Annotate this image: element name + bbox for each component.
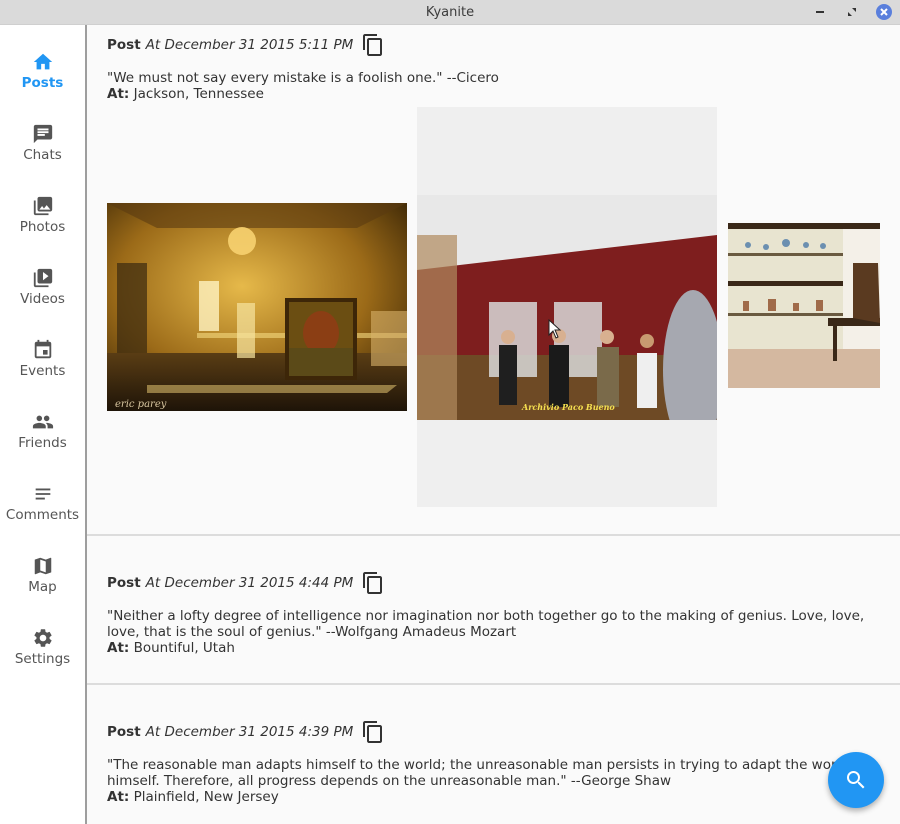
post-text: "We must not say every mistake is a fool… (107, 70, 499, 86)
sidebar-item-photos[interactable]: Photos (0, 194, 85, 254)
room-photo: eric parey (107, 203, 407, 411)
sidebar-item-label: Posts (21, 75, 64, 91)
location-value: Bountiful, Utah (133, 640, 235, 656)
copy-icon[interactable] (361, 720, 385, 744)
post-body: "We must not say every mistake is a fool… (107, 70, 882, 102)
sidebar-item-events[interactable]: Events (0, 338, 85, 398)
post-location: At: Bountiful, Utah (107, 640, 882, 656)
posts-feed: Post At December 31 2015 5:11 PM "We mus… (87, 25, 900, 824)
post-body: "The reasonable man adapts himself to th… (107, 757, 900, 805)
photos-icon (31, 194, 55, 218)
minimize-button[interactable] (812, 4, 828, 20)
post-header: Post At December 31 2015 5:11 PM (107, 33, 385, 57)
post-kind: Post (107, 37, 141, 53)
sidebar-item-comments[interactable]: Comments (0, 482, 85, 542)
close-icon (880, 8, 888, 16)
sidebar-item-label: Chats (23, 147, 62, 163)
search-fab-button[interactable] (828, 752, 884, 808)
location-value: Plainfield, New Jersey (133, 789, 279, 805)
post-location: At: Jackson, Tennessee (107, 86, 882, 102)
close-button[interactable] (876, 4, 892, 20)
post-image[interactable]: Archivio Paco Bueno (417, 107, 717, 507)
post-date: At December 31 2015 4:44 PM (145, 575, 354, 591)
sidebar-item-label: Comments (5, 507, 80, 523)
comments-icon (31, 482, 55, 506)
post-date: At December 31 2015 5:11 PM (145, 37, 354, 53)
map-icon (31, 554, 55, 578)
image-watermark: Archivio Paco Bueno (521, 402, 615, 412)
maximize-button[interactable] (844, 4, 860, 20)
post-header: Post At December 31 2015 4:44 PM (107, 571, 385, 595)
sidebar-item-label: Map (28, 579, 57, 595)
sidebar-item-videos[interactable]: Videos (0, 266, 85, 326)
home-icon (31, 50, 55, 74)
sidebar-item-settings[interactable]: Settings (0, 626, 85, 686)
sidebar-nav: Posts Chats Photos Videos Events Friends (0, 25, 87, 824)
window-controls (812, 4, 892, 20)
videos-icon (31, 266, 55, 290)
post-card: Post At December 31 2015 4:39 PM "The re… (87, 685, 900, 824)
post-kind: Post (107, 575, 141, 591)
search-icon (847, 771, 865, 789)
post-header: Post At December 31 2015 4:39 PM (107, 720, 385, 744)
sidebar-item-label: Videos (20, 291, 65, 307)
sidebar-item-label: Events (19, 363, 66, 379)
maximize-icon (848, 8, 856, 16)
window-title: Kyanite (425, 4, 475, 20)
post-kind: Post (107, 724, 141, 740)
post-location: At: Plainfield, New Jersey (107, 789, 900, 805)
sidebar-item-posts[interactable]: Posts (0, 50, 85, 110)
copy-icon[interactable] (361, 33, 385, 57)
sidebar-item-label: Settings (14, 651, 71, 667)
post-text: "Neither a lofty degree of intelligence … (107, 608, 865, 640)
sidebar-item-chats[interactable]: Chats (0, 122, 85, 182)
post-image[interactable] (728, 223, 880, 388)
sidebar-item-label: Photos (19, 219, 66, 235)
title-bar: Kyanite (0, 0, 900, 25)
post-card: Post At December 31 2015 5:11 PM "We mus… (87, 25, 900, 535)
location-value: Jackson, Tennessee (133, 86, 264, 102)
location-label: At: (107, 789, 130, 805)
calendar-icon (31, 338, 55, 362)
sidebar-item-friends[interactable]: Friends (0, 410, 85, 470)
minimize-icon (816, 11, 824, 13)
museum-photo (728, 223, 880, 388)
post-date: At December 31 2015 4:39 PM (145, 724, 354, 740)
people-icon (31, 410, 55, 434)
post-text: "The reasonable man adapts himself to th… (107, 757, 867, 789)
image-watermark: eric parey (115, 399, 167, 410)
location-label: At: (107, 640, 130, 656)
gallery-photo: Archivio Paco Bueno (417, 195, 717, 420)
sidebar-item-label: Friends (18, 435, 67, 451)
post-image[interactable]: eric parey (107, 203, 407, 411)
copy-icon[interactable] (361, 571, 385, 595)
chat-icon (31, 122, 55, 146)
mouse-cursor-icon (548, 319, 562, 339)
post-card: Post At December 31 2015 4:44 PM "Neithe… (87, 536, 900, 684)
post-body: "Neither a lofty degree of intelligence … (107, 608, 882, 656)
sidebar-item-map[interactable]: Map (0, 554, 85, 614)
location-label: At: (107, 86, 130, 102)
gear-icon (31, 626, 55, 650)
